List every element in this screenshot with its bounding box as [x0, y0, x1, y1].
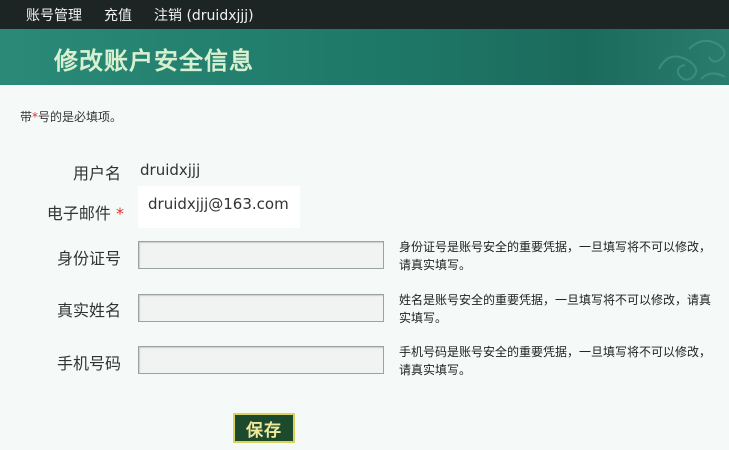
- email-field[interactable]: druidxjjj@163.com: [138, 186, 300, 228]
- page-title: 修改账户安全信息: [54, 47, 254, 75]
- real-name-hint: 姓名是账号安全的重要凭据，一旦填写将不可以修改，请真实填写。: [399, 293, 712, 325]
- username-value: druidxjjj: [140, 161, 201, 179]
- top-nav: 账号管理 充值 注销 (druidxjjj): [0, 0, 729, 29]
- save-button[interactable]: 保存: [233, 413, 295, 443]
- username-label: 用户名: [72, 164, 121, 183]
- real-name-label: 真实姓名: [56, 301, 121, 320]
- nav-recharge[interactable]: 充值: [104, 5, 132, 25]
- nav-logout[interactable]: 注销 (druidxjjj): [154, 5, 254, 25]
- id-number-input[interactable]: [138, 241, 384, 269]
- mobile-input[interactable]: [138, 346, 384, 374]
- mobile-label: 手机号码: [56, 354, 121, 373]
- nav-account-management[interactable]: 账号管理: [26, 5, 82, 25]
- cloud-ornament-icon: [658, 39, 726, 81]
- mobile-hint: 手机号码是账号安全的重要凭据，一旦填写将不可以修改，请真实填写。: [399, 345, 712, 377]
- email-required-mark: *: [116, 204, 124, 223]
- page-banner: 修改账户安全信息: [0, 29, 729, 85]
- required-note: 带*号的是必填项。: [20, 108, 122, 125]
- id-number-label: 身份证号: [56, 249, 121, 268]
- real-name-input[interactable]: [138, 294, 384, 322]
- email-label: 电子邮件 *: [47, 200, 124, 224]
- required-note-suffix: 号的是必填项。: [38, 110, 123, 124]
- required-note-prefix: 带: [20, 110, 33, 124]
- email-label-text: 电子邮件: [46, 204, 111, 223]
- id-number-hint: 身份证号是账号安全的重要凭据，一旦填写将不可以修改，请真实填写。: [399, 240, 712, 272]
